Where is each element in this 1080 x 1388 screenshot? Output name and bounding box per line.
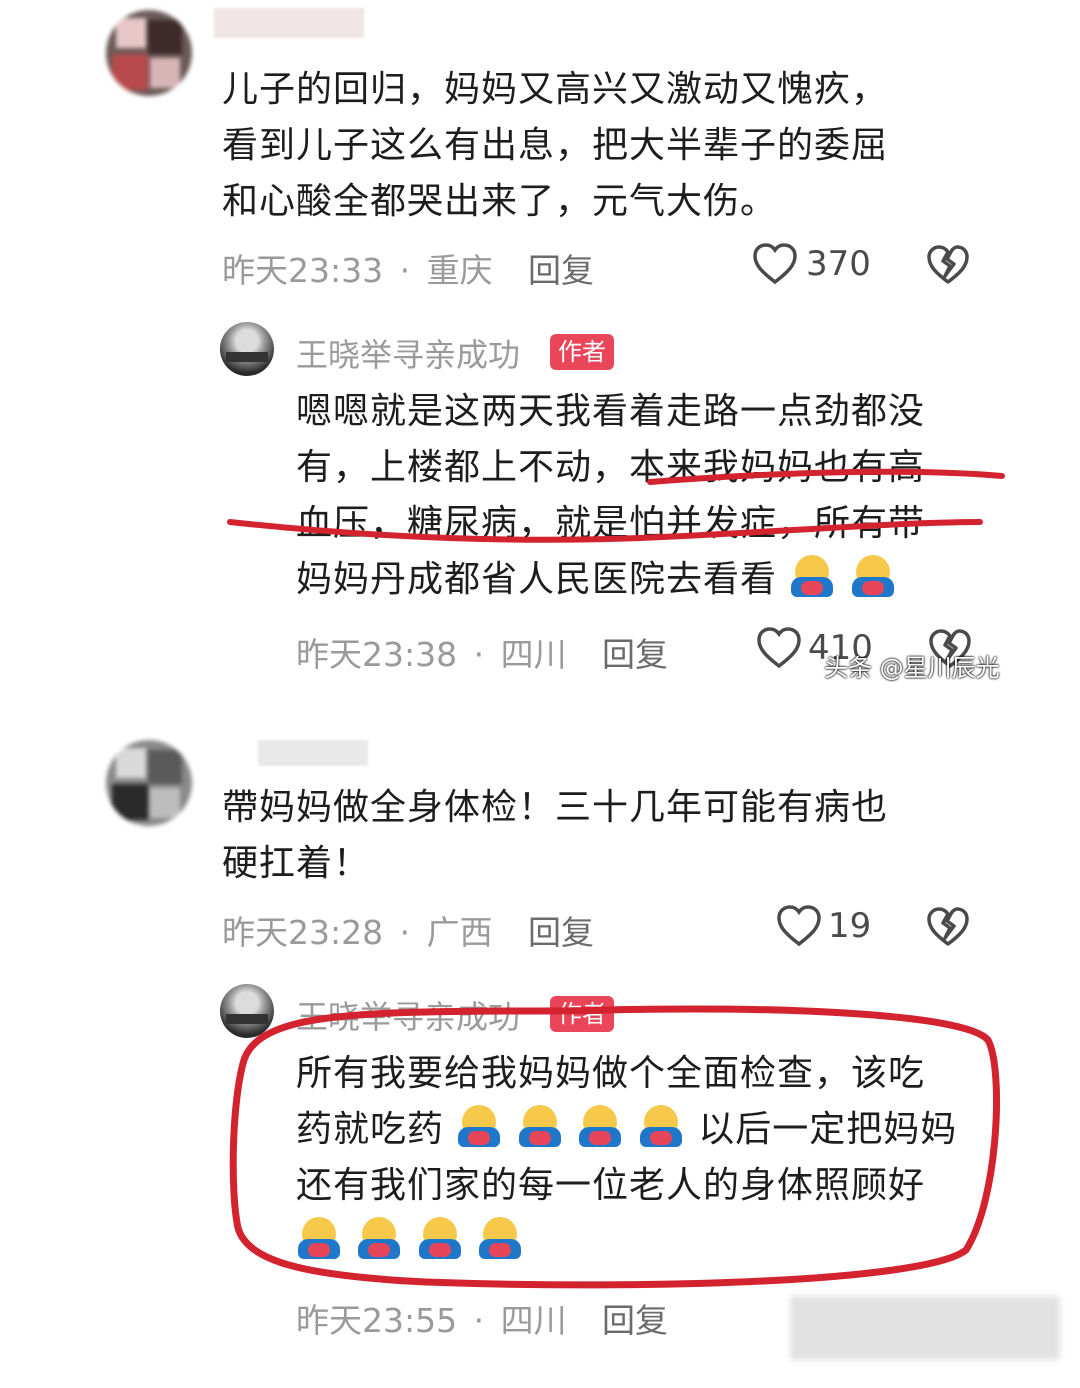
comment-location: 广西 bbox=[426, 913, 493, 952]
reply-button[interactable]: 回复 bbox=[528, 906, 594, 954]
author-name[interactable]: 王晓举寻亲成功 bbox=[296, 330, 520, 376]
comment-meta: 昨天23:33 · 重庆 bbox=[222, 244, 493, 292]
comment-meta: 昨天23:28 · 广西 bbox=[222, 906, 493, 954]
reply-meta: 昨天23:38 · 四川 bbox=[296, 628, 567, 676]
comment-line: 和心酸全都哭出来了，元气大伤。 bbox=[222, 181, 778, 222]
reply-location: 四川 bbox=[500, 635, 567, 674]
commenter-name-blurred[interactable] bbox=[214, 8, 364, 38]
red-underline-annotation bbox=[227, 468, 1005, 543]
author-avatar[interactable] bbox=[220, 322, 274, 376]
reply-time: 昨天23:55 bbox=[296, 1301, 458, 1340]
comment-line: 硬扛着！ bbox=[222, 843, 371, 884]
like-button[interactable] bbox=[752, 242, 798, 286]
comment-line: 看到儿子这么有出息，把大半辈子的委屈 bbox=[222, 125, 889, 166]
reply-time: 昨天23:38 bbox=[296, 635, 458, 674]
meta-dot: · bbox=[399, 251, 411, 290]
comment-time: 昨天23:33 bbox=[222, 251, 384, 290]
watermark: 头条 @星川辰光 bbox=[824, 654, 1000, 682]
heart-broken-icon bbox=[926, 244, 970, 286]
red-circle-annotation bbox=[229, 1005, 1001, 1289]
reply-button[interactable]: 回复 bbox=[528, 244, 594, 292]
like-button[interactable] bbox=[776, 904, 822, 948]
meta-dot: · bbox=[473, 635, 485, 674]
reply-location: 四川 bbox=[500, 1301, 567, 1340]
commenter-avatar[interactable] bbox=[106, 740, 192, 826]
reply-line: 嗯嗯就是这两天我看着走路一点劲都没 bbox=[296, 391, 926, 432]
blurred-watermark bbox=[790, 1296, 1060, 1360]
commenter-avatar[interactable] bbox=[106, 10, 192, 96]
meta-dot: · bbox=[399, 913, 411, 952]
comment-text: 帶妈妈做全身体检！三十几年可能有病也 硬扛着！ bbox=[222, 780, 982, 892]
meta-dot: · bbox=[473, 1301, 485, 1340]
like-count: 19 bbox=[828, 906, 872, 946]
reply-meta: 昨天23:55 · 四川 bbox=[296, 1294, 567, 1342]
like-button[interactable] bbox=[756, 626, 802, 670]
heart-icon bbox=[752, 242, 798, 286]
comment-text: 儿子的回归，妈妈又高兴又激动又愧疚， 看到儿子这么有出息，把大半辈子的委屈 和心… bbox=[222, 62, 982, 230]
reply-button[interactable]: 回复 bbox=[602, 1294, 668, 1342]
comment-line: 帶妈妈做全身体检！三十几年可能有病也 bbox=[222, 787, 889, 828]
heart-icon bbox=[756, 626, 802, 670]
dislike-button[interactable] bbox=[926, 906, 970, 948]
comment-line: 儿子的回归，妈妈又高兴又激动又愧疚， bbox=[222, 69, 889, 110]
comment-location: 重庆 bbox=[426, 251, 493, 290]
heart-broken-icon bbox=[926, 906, 970, 948]
author-tag: 作者 bbox=[550, 334, 614, 370]
commenter-name-blurred[interactable] bbox=[258, 740, 368, 766]
reply-button[interactable]: 回复 bbox=[602, 628, 668, 676]
comment-time: 昨天23:28 bbox=[222, 913, 384, 952]
heart-icon bbox=[776, 904, 822, 948]
like-count: 370 bbox=[806, 244, 871, 284]
dislike-button[interactable] bbox=[926, 244, 970, 286]
